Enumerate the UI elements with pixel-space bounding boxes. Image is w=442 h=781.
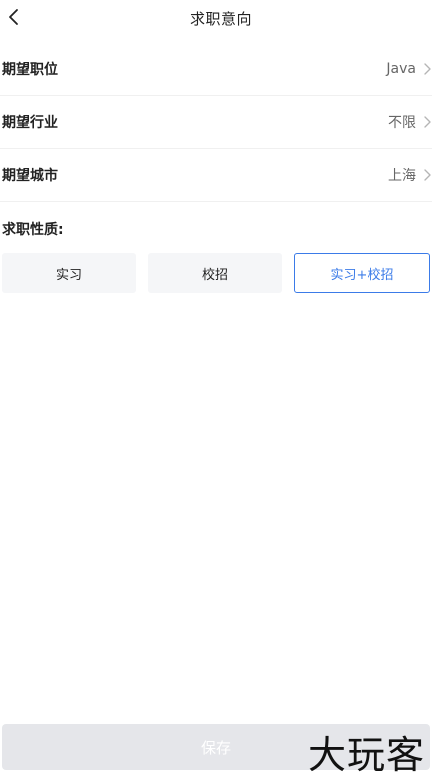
chevron-right-icon (422, 115, 432, 129)
row-label: 期望行业 (2, 115, 58, 131)
chevron-right-icon (422, 62, 432, 76)
nav-bar: 求职意向 (0, 0, 442, 38)
row-right: 上海 (388, 165, 432, 185)
option-campus-recruit[interactable]: 校招 (148, 253, 282, 293)
job-nature-options: 实习 校招 实习+校招 (2, 253, 430, 293)
row-value: 不限 (388, 115, 416, 131)
row-label: 期望职位 (2, 62, 58, 78)
row-label: 期望城市 (2, 168, 58, 184)
row-expected-industry[interactable]: 期望行业 不限 (0, 96, 432, 149)
job-nature-label: 求职性质: (2, 222, 64, 238)
row-right: 不限 (388, 112, 432, 132)
chevron-right-icon (422, 168, 432, 182)
row-value: Java (386, 61, 416, 77)
row-right: Java (386, 61, 432, 77)
option-internship-and-campus[interactable]: 实习+校招 (294, 253, 430, 293)
page-title: 求职意向 (189, 10, 252, 28)
option-internship[interactable]: 实习 (2, 253, 136, 293)
row-expected-position[interactable]: 期望职位 Java (0, 43, 432, 96)
row-expected-city[interactable]: 期望城市 上海 (0, 149, 432, 202)
watermark-logo: 大玩客 (308, 733, 426, 777)
row-value: 上海 (388, 168, 416, 184)
preference-list: 期望职位 Java 期望行业 不限 期望城市 上海 (0, 43, 432, 202)
